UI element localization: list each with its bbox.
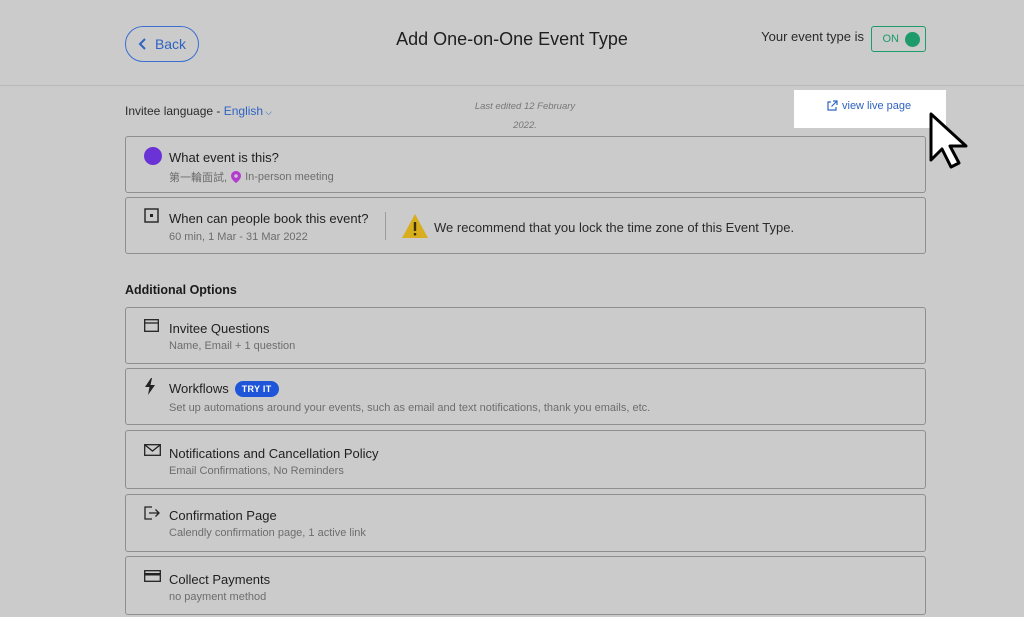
toggle-label: ON [882,33,900,45]
chevron-down-icon: ⌵ [265,107,272,117]
event-location: In-person meeting [245,171,334,183]
what-event-subtitle: 第一輪面試, In-person meeting [169,169,334,185]
language-prefix: Invitee language - [125,104,224,118]
workflows-subtitle: Set up automations around your events, s… [169,402,651,414]
invitee-language: Invitee language - English ⌵ [125,104,272,118]
event-name: 第一輪面試, [169,172,228,184]
when-event-title: When can people book this event? [169,211,369,226]
exit-arrow-icon [144,506,160,520]
what-event-title: What event is this? [169,150,279,165]
view-live-label: view live page [842,100,912,112]
last-edited-text: Last edited 12 February 2022. [474,101,576,131]
when-event-subtitle: 60 min, 1 Mar - 31 Mar 2022 [169,231,308,243]
envelope-icon [144,444,161,456]
confirmation-page-card[interactable]: Confirmation Page Calendly confirmation … [125,494,926,552]
collect-payments-title: Collect Payments [169,572,271,587]
header-bar: Back Add One-on-One Event Type Your even… [0,0,1024,86]
credit-card-icon [144,570,161,582]
event-status-toggle[interactable]: ON [871,26,926,52]
lightning-icon [145,378,155,395]
collect-payments-card[interactable]: Collect Payments no payment method [125,556,926,615]
toggle-knob [905,31,920,47]
workflows-card[interactable]: Workflows TRY IT Set up automations aroun… [125,368,926,425]
additional-options-title: Additional Options [125,283,237,297]
invitee-questions-title: Invitee Questions [169,321,270,336]
warning-icon [402,214,428,238]
try-it-badge[interactable]: TRY IT [234,381,279,397]
notifications-title: Notifications and Cancellation Policy [169,446,379,461]
event-color-dot-icon [144,147,162,165]
timezone-warning: We recommend that you lock the time zone… [434,220,795,235]
invitee-questions-subtitle: Name, Email + 1 question [169,340,296,352]
mouse-pointer-icon [929,112,968,169]
confirmation-page-subtitle: Calendly confirmation page, 1 active lin… [169,527,366,539]
what-event-card[interactable]: What event is this? 第一輪面試, In-person mee… [125,136,926,193]
card-divider [385,212,386,240]
invitee-questions-card[interactable]: Invitee Questions Name, Email + 1 questi… [125,307,926,364]
confirmation-page-title: Confirmation Page [169,508,277,523]
calendar-icon [144,208,159,223]
view-live-page-link[interactable]: view live page [826,100,911,112]
workflows-title-row: Workflows TRY IT [169,381,279,397]
external-link-icon [827,100,838,111]
collect-payments-subtitle: no payment method [169,591,267,603]
form-icon [144,319,159,332]
notifications-card[interactable]: Notifications and Cancellation Policy Em… [125,430,926,489]
workflows-title: Workflows [169,381,229,396]
event-status-label: Your event type is [761,29,864,44]
location-pin-icon [231,171,242,183]
language-select[interactable]: English [224,104,263,118]
when-event-card[interactable]: When can people book this event? 60 min,… [125,197,926,254]
notifications-subtitle: Email Confirmations, No Reminders [169,465,344,477]
